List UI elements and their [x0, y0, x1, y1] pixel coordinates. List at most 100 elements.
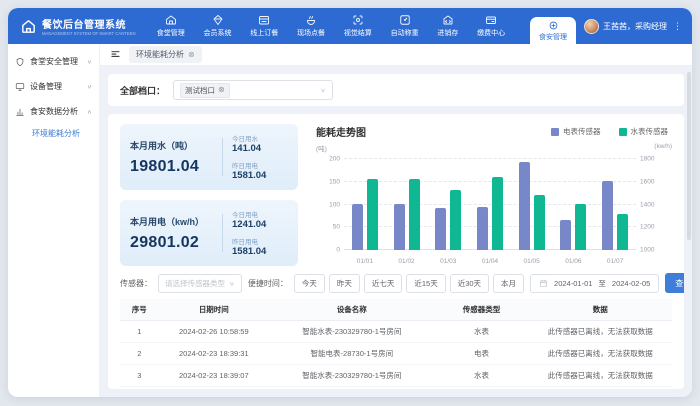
stat-cards: 本月用水（吨） 19801.04 今日用水 141.04 昨日用电 1581.0… — [120, 124, 298, 264]
bar-water[interactable] — [450, 190, 461, 250]
stat-title: 本月用电（kw/h） — [130, 215, 213, 228]
stall-select[interactable]: 测试档口 ⊗ ∨ — [173, 80, 333, 100]
stat-value: 29801.02 — [130, 234, 213, 252]
tab-env-energy-analysis[interactable]: 环境能耗分析 ⊗ — [129, 46, 202, 63]
nav-item-vision-checkout[interactable]: 视觉结算 — [344, 14, 372, 38]
nav-item-online-order[interactable]: 线上订餐 — [250, 14, 278, 38]
table-cell: 4 — [120, 387, 159, 390]
table-cell: 电表 — [435, 387, 529, 390]
right-axis-tick: 1400 — [640, 201, 670, 208]
nav-item-canteen[interactable]: 食堂管理 — [157, 14, 185, 38]
kebab-menu-icon[interactable]: ⋮ — [673, 21, 682, 32]
stat-card: 本月用电（kw/h） 29801.02 今日用电 1241.04 昨日用电 15… — [120, 200, 298, 266]
bar-electric[interactable] — [352, 204, 363, 250]
tab-strip: 环境能耗分析 ⊗ — [100, 44, 692, 66]
table-cell: 智能电表-28730-1号房间 — [269, 387, 435, 390]
bar-electric[interactable] — [602, 181, 613, 250]
table-filter-row: 传感器： 请选择传感器类型 ∨ 便捷时间： 今天昨天近七天近15天近30天本月 … — [120, 273, 672, 293]
left-axis-tick: 0 — [314, 247, 340, 254]
sidebar-item[interactable]: 食安数据分析 ∧ — [8, 99, 99, 124]
search-button[interactable]: 查询 — [665, 273, 684, 293]
nav-item-member[interactable]: 会员系统 — [204, 14, 232, 38]
quick-time-button[interactable]: 近七天 — [364, 274, 403, 293]
stat-side-label: 昨日用电 — [232, 160, 288, 170]
table-cell: 1 — [120, 321, 159, 343]
quick-time-label: 便捷时间： — [248, 278, 288, 289]
sidebar-item-label: 设备管理 — [30, 81, 62, 92]
quick-time-buttons: 今天昨天近七天近15天近30天本月 — [294, 274, 524, 293]
table-header: 传感器类型 — [435, 299, 529, 321]
quick-time-button[interactable]: 昨天 — [329, 274, 360, 293]
table-row: 32024-02-23 18:39:07智能水表-230329780-1号房间水… — [120, 365, 672, 387]
member-icon — [212, 14, 224, 26]
scrollbar-thumb[interactable] — [687, 72, 691, 240]
sensor-select[interactable]: 请选择传感器类型 ∨ — [158, 274, 242, 293]
table-header: 数据 — [528, 299, 672, 321]
x-axis-label: 01/07 — [607, 258, 623, 265]
app-header: 餐饮后台管理系统 MANAGEMENT SYSTEM OF SMART CANT… — [8, 8, 692, 44]
nav-item-label: 食堂管理 — [157, 28, 185, 38]
stat-side-value: 1581.04 — [232, 246, 288, 257]
nav-item-inventory[interactable]: 进销存 — [437, 14, 458, 38]
table-header: 序号 — [120, 299, 159, 321]
bar-electric[interactable] — [394, 204, 405, 250]
legend-item[interactable]: 电表传感器 — [551, 126, 601, 137]
sidebar-item[interactable]: 食堂安全管理 ∨ — [8, 49, 99, 74]
bar-water[interactable] — [367, 179, 378, 250]
auto-weigh-icon — [399, 14, 411, 26]
main-area: 环境能耗分析 ⊗ 全部档口： 测试档口 ⊗ ∨ — [100, 44, 692, 397]
bar-electric[interactable] — [477, 207, 488, 250]
left-axis-tick: 100 — [314, 201, 340, 208]
quick-time-button[interactable]: 近15天 — [406, 274, 445, 293]
nav-item-dinein-order[interactable]: 现场点餐 — [297, 14, 325, 38]
right-axis-tick: 1000 — [640, 247, 670, 254]
stat-value: 19801.04 — [130, 158, 213, 176]
nav-item-payment-center[interactable]: 缴费中心 — [477, 14, 505, 38]
quick-time-button[interactable]: 本月 — [493, 274, 524, 293]
canteen-icon — [165, 14, 177, 26]
table-cell: 智能水表-230329780-1号房间 — [269, 321, 435, 343]
stat-side-label: 今日用水 — [232, 133, 288, 143]
nav-item-food-safety[interactable]: 食安管理 — [530, 17, 576, 44]
app-subtitle: MANAGEMENT SYSTEM OF SMART CANTEEN — [42, 31, 136, 36]
legend-item[interactable]: 水表传感器 — [619, 126, 669, 137]
date-separator: 至 — [598, 278, 606, 289]
bar-water[interactable] — [575, 204, 586, 250]
calendar-icon — [539, 279, 548, 288]
table-header: 设备名称 — [269, 299, 435, 321]
close-tab-icon[interactable]: ⊗ — [188, 51, 195, 59]
selected-stall-pill: 测试档口 ⊗ — [180, 83, 230, 98]
bar-electric[interactable] — [519, 162, 530, 250]
nav-item-label: 食安管理 — [539, 32, 567, 42]
collapse-menu-icon[interactable] — [110, 49, 121, 60]
bar-water[interactable] — [409, 179, 420, 250]
date-range-picker[interactable]: 2024-01-01 至 2024-02-05 — [530, 274, 659, 293]
avatar — [584, 19, 599, 34]
bar-water[interactable] — [617, 214, 628, 250]
bar-electric[interactable] — [560, 220, 571, 250]
sidebar-subitem-active[interactable]: 环境能耗分析 — [8, 124, 99, 143]
bar-electric[interactable] — [435, 208, 446, 250]
table-cell: 2024-02-26 10:58:59 — [159, 321, 269, 343]
table-cell: 2024-02-23 18:39:07 — [159, 365, 269, 387]
table-cell: 智能电表-28730-1号房间 — [269, 343, 435, 365]
nav-item-auto-weigh[interactable]: 自动称重 — [391, 14, 419, 38]
bar-water[interactable] — [492, 177, 503, 250]
divider — [222, 214, 223, 252]
bar-group — [394, 159, 420, 250]
table-cell: 电表 — [435, 343, 529, 365]
online-order-icon — [258, 14, 270, 26]
nav-item-label: 自动称重 — [391, 28, 419, 38]
user-chip[interactable]: 王茜茜，采购经理 ⋮ — [582, 8, 684, 44]
legend-label: 电表传感器 — [563, 126, 601, 137]
sidebar-item[interactable]: 设备管理 ∨ — [8, 74, 99, 99]
nav-item-label: 会员系统 — [204, 28, 232, 38]
table-row: 12024-02-26 10:58:59智能水表-230329780-1号房间水… — [120, 321, 672, 343]
device-icon — [15, 82, 25, 92]
quick-time-button[interactable]: 近30天 — [450, 274, 489, 293]
clear-selection-icon[interactable]: ⊗ — [218, 86, 225, 94]
chevron-down-icon: ∨ — [87, 58, 92, 64]
bar-water[interactable] — [534, 195, 545, 251]
safety-icon — [15, 57, 25, 67]
quick-time-button[interactable]: 今天 — [294, 274, 325, 293]
